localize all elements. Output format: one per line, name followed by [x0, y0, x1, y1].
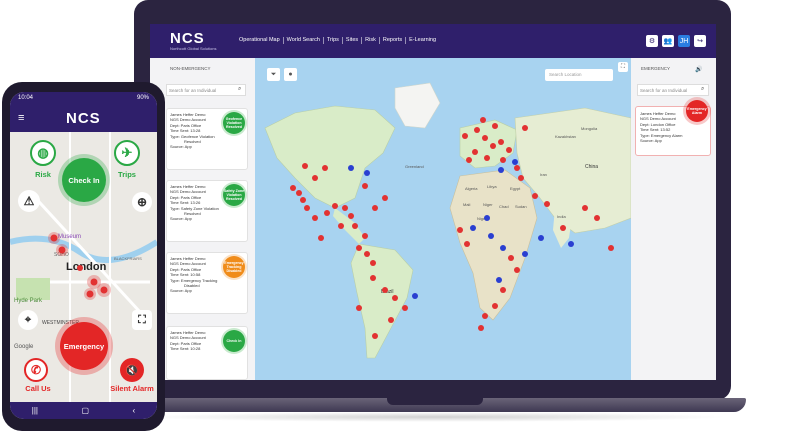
users-icon[interactable]: 👥: [662, 35, 674, 47]
main-nav: Operational Map World Search Trips Sites…: [236, 37, 439, 44]
individual-search-input[interactable]: Search for an Individual: [166, 84, 246, 96]
back-icon[interactable]: ‹: [133, 406, 136, 415]
status-badge: Geofence Violation Resolved: [223, 112, 245, 134]
map-label: Algeria: [465, 186, 478, 191]
alert-card[interactable]: James Heffer Demo NGS Demo Account Dept:…: [166, 252, 248, 314]
nav-trips[interactable]: Trips: [324, 37, 343, 44]
laptop-notch: [387, 398, 483, 405]
fullscreen-icon[interactable]: ⛶: [132, 310, 152, 330]
marketing-composite: NCS Northcott Global Solutions Operation…: [0, 0, 809, 431]
status-badge: Safety Zone Violation Resolved: [223, 184, 245, 206]
location-search-input[interactable]: Search Location: [545, 69, 613, 81]
plane-icon[interactable]: ✈: [114, 140, 140, 166]
menu-icon[interactable]: ≡: [18, 113, 24, 124]
recent-apps-icon[interactable]: |||: [32, 406, 38, 415]
android-nav-bar: ||| ▢ ‹: [10, 402, 157, 419]
map-label: Museum: [58, 234, 81, 240]
status-badge: Check In: [223, 330, 245, 352]
home-icon[interactable]: ▢: [81, 406, 89, 415]
warning-icon[interactable]: ⚠: [18, 190, 40, 212]
laptop-shadow: [140, 412, 730, 422]
header-icons: ⚙ 👥 JH ↪: [646, 35, 706, 47]
search-icon[interactable]: ⌕: [701, 86, 704, 93]
alert-card[interactable]: James Heffer Demo NGS Demo Account Dept:…: [166, 326, 248, 380]
fullscreen-icon[interactable]: ⛶: [618, 62, 628, 72]
map-label: Kazakhstan: [555, 134, 576, 139]
map-label: China: [585, 164, 598, 170]
individual-search-input[interactable]: Search for an Individual: [637, 84, 709, 96]
map-label: Mongolia: [581, 126, 598, 131]
map-label: Sudan: [515, 204, 527, 209]
status-badge: Emergency Tracking Disabled: [223, 256, 245, 278]
user-icon[interactable]: ●: [284, 68, 297, 81]
mobile-app: 10:04 90% ≡ NCS London Museum S: [10, 92, 157, 419]
google-logo: Google: [14, 344, 34, 350]
desktop-app: NCS Northcott Global Solutions Operation…: [150, 24, 716, 380]
search-icon[interactable]: ⌕: [238, 86, 253, 93]
map-label: London: [66, 261, 107, 273]
nav-sites[interactable]: Sites: [343, 37, 363, 44]
app-header: NCS Northcott Global Solutions Operation…: [150, 24, 716, 58]
map-label: Chad: [499, 204, 509, 209]
map-label: Mali: [463, 202, 470, 207]
app-logo: NCS: [66, 110, 101, 127]
app-logo[interactable]: NCS: [170, 30, 205, 47]
mobile-map[interactable]: London Museum SOHO Hyde Park WESTMINSTER…: [10, 132, 157, 402]
compass-icon[interactable]: ⌖: [18, 310, 38, 330]
silent-alarm-label[interactable]: Silent Alarm: [106, 384, 157, 393]
panel-title: NON-EMERGENCY: [170, 66, 211, 71]
mute-icon[interactable]: 🔇: [120, 358, 144, 382]
trips-label[interactable]: Trips: [112, 170, 142, 179]
map-label: Greenland: [405, 164, 424, 169]
card-line: Source: App: [170, 144, 192, 150]
nav-reports[interactable]: Reports: [380, 37, 407, 44]
emergency-button[interactable]: Emergency: [60, 322, 108, 370]
map-label: BLACKFRIARS: [114, 256, 142, 261]
card-line: Source: App: [640, 138, 662, 144]
world-map[interactable]: Greenland Brazil Algeria Libya Egypt Mal…: [255, 58, 631, 380]
risk-label[interactable]: Risk: [28, 170, 58, 179]
map-label: Iran: [540, 172, 547, 177]
emergency-alarm-badge: Emergency Alarm: [686, 100, 708, 122]
map-label: India: [557, 214, 566, 219]
nav-e-learning[interactable]: E-Learning: [406, 37, 439, 44]
call-us-label[interactable]: Call Us: [18, 384, 58, 393]
nav-operational-map[interactable]: Operational Map: [236, 37, 284, 44]
map-label: Egypt: [510, 186, 521, 191]
nav-world-search[interactable]: World Search: [284, 37, 324, 44]
alert-card[interactable]: James Heffer Demo NGS Demo Account Dept:…: [166, 180, 248, 242]
app-logo-subtitle: Northcott Global Solutions: [170, 46, 217, 51]
locate-icon[interactable]: ⊕: [132, 192, 152, 212]
card-line: Source: App: [170, 216, 192, 222]
alert-card[interactable]: James Heffer Demo NGS Demo Account Dept:…: [166, 108, 248, 170]
map-label: Hyde Park: [14, 298, 43, 304]
logout-icon[interactable]: ↪: [694, 35, 706, 47]
non-emergency-panel: NON-EMERGENCY Search for an Individual ⌕…: [150, 58, 255, 380]
status-bar: 10:04 90%: [10, 92, 157, 106]
phone-icon[interactable]: ✆: [24, 358, 48, 382]
settings-icon[interactable]: ⚙: [646, 35, 658, 47]
panel-title: EMERGENCY: [641, 66, 671, 71]
card-line: Source: App: [170, 288, 192, 294]
nav-risk[interactable]: Risk: [362, 37, 380, 44]
mobile-header: ≡ NCS: [10, 106, 157, 132]
user-avatar-icon[interactable]: JH: [678, 35, 690, 47]
sound-icon[interactable]: 🔊: [695, 66, 702, 73]
map-label: Libya: [487, 184, 497, 189]
phone-frame: 10:04 90% ≡ NCS London Museum S: [2, 82, 165, 431]
globe-icon[interactable]: ◍: [30, 140, 56, 166]
status-time: 10:04: [18, 95, 34, 101]
status-battery: 90%: [136, 95, 149, 101]
map-svg: Greenland Brazil Algeria Libya Egypt Mal…: [255, 58, 631, 380]
map-label: Niger: [483, 202, 493, 207]
filter-icon[interactable]: ⏷: [267, 68, 280, 81]
check-in-button[interactable]: Check In: [62, 158, 106, 202]
emergency-panel: EMERGENCY 🔊 Search for an Individual ⌕ J…: [631, 58, 716, 380]
map-tools: ⏷ ●: [267, 68, 297, 81]
